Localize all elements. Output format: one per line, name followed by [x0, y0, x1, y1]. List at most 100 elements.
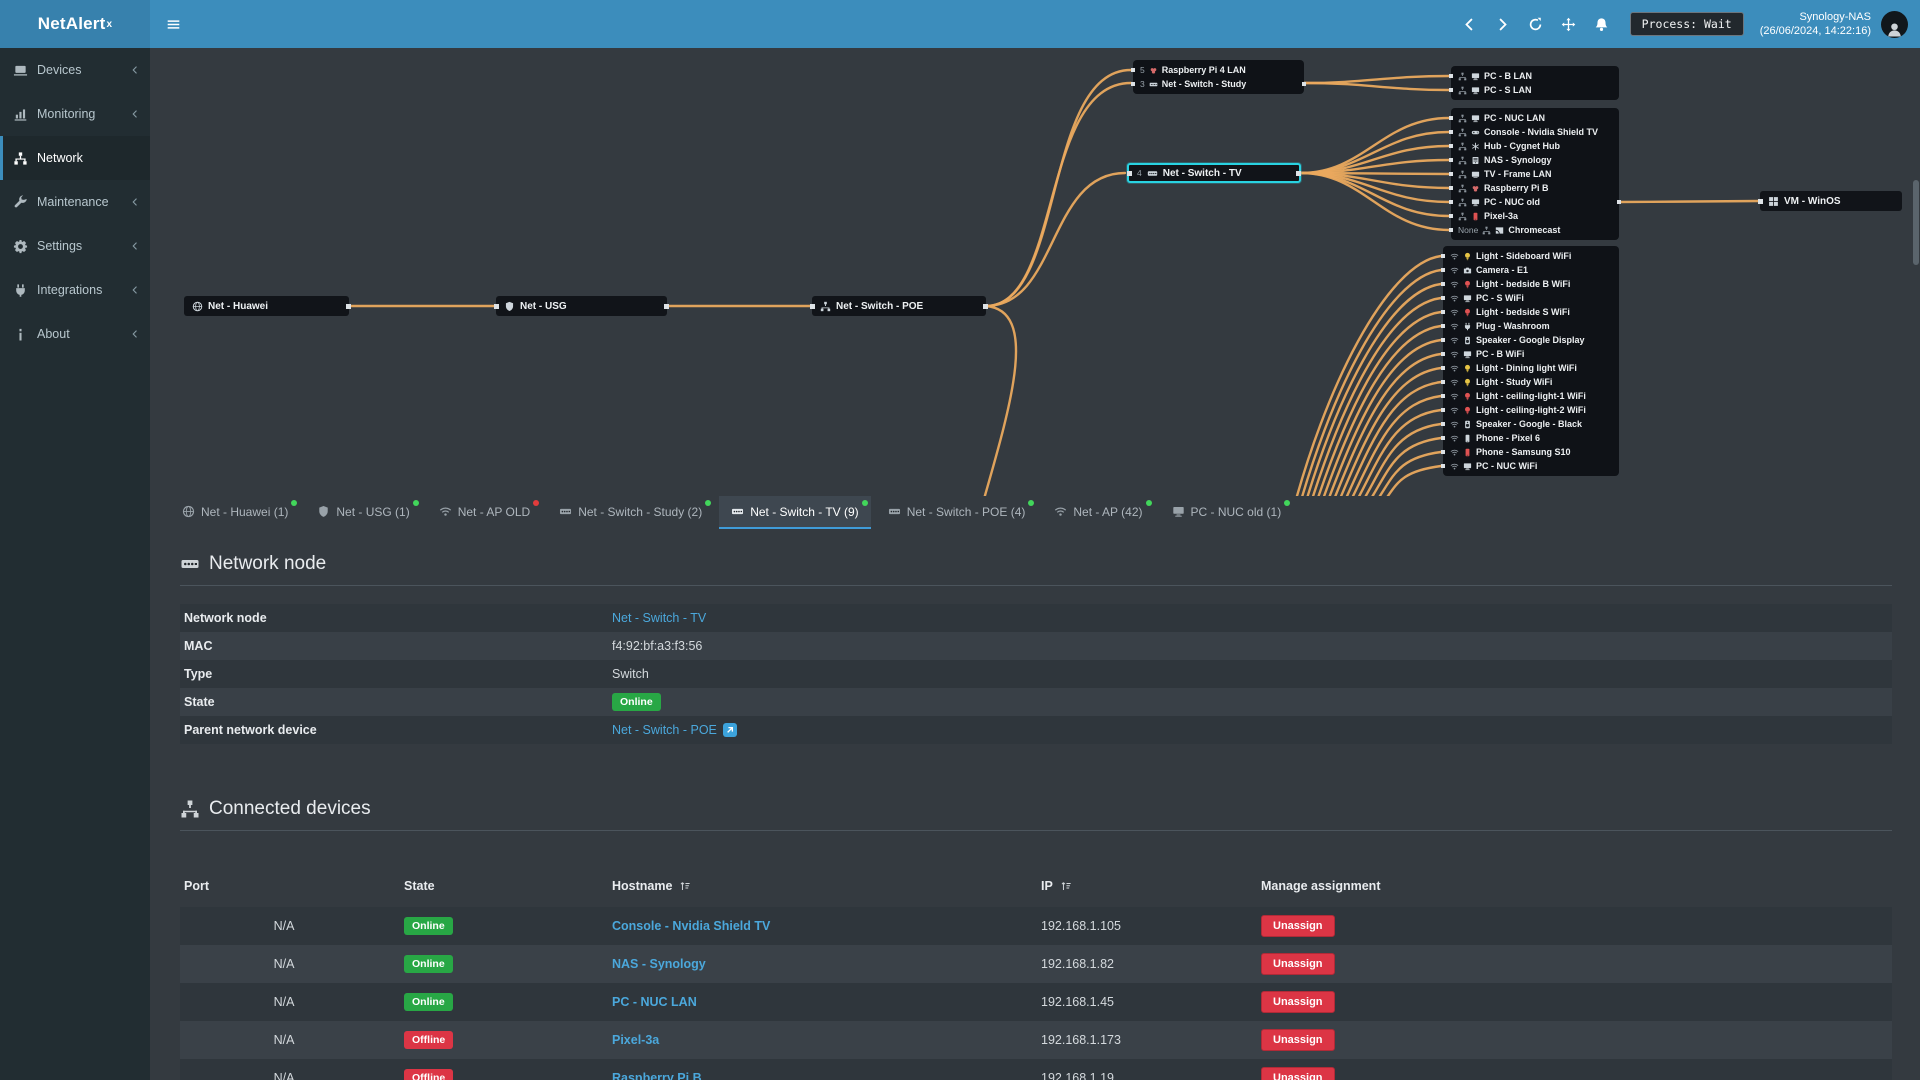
sort-icon[interactable]: [1060, 880, 1072, 892]
device-node[interactable]: Speaker - Google - Black: [1441, 417, 1619, 431]
hamburger-menu-icon[interactable]: [150, 0, 196, 48]
device-node[interactable]: Pixel-3a: [1449, 209, 1619, 223]
sidebar-item-label: Settings: [37, 239, 83, 253]
move-icon[interactable]: [1552, 0, 1585, 48]
sort-icon[interactable]: [679, 880, 691, 892]
node-net-huawei[interactable]: Net - Huawei: [184, 296, 351, 316]
user-avatar[interactable]: [1881, 10, 1908, 38]
sidebar-item[interactable]: Devices: [0, 48, 150, 92]
type-value: Switch: [612, 667, 649, 681]
device-node[interactable]: Console - Nvidia Shield TV: [1449, 125, 1619, 139]
tab[interactable]: PC - NUC old (1): [1160, 496, 1294, 529]
device-node[interactable]: NAS - Synology: [1449, 153, 1619, 167]
node-vm-winos[interactable]: VM - WinOS: [1758, 191, 1902, 211]
status-dot: [291, 500, 298, 506]
detail-row: Type Switch: [180, 660, 1892, 688]
device-node[interactable]: PC - NUC old: [1449, 195, 1621, 209]
hostname-link[interactable]: PC - NUC LAN: [612, 995, 697, 1009]
detail-row: Parent network device Net - Switch - POE: [180, 716, 1892, 744]
device-node[interactable]: Phone - Pixel 6: [1441, 431, 1619, 445]
device-label: Light - bedside B WiFi: [1476, 279, 1571, 289]
switch-icon: [180, 554, 200, 574]
arrow-right-icon[interactable]: [1486, 0, 1519, 48]
network-node-link[interactable]: Net - Switch - TV: [612, 611, 706, 625]
sidebar-item[interactable]: Settings: [0, 224, 150, 268]
refresh-icon[interactable]: [1519, 0, 1552, 48]
network-topology: Net - Huawei Net - USG Net - Switch - PO…: [150, 48, 1920, 496]
node-net-switch-tv-selected[interactable]: 4 Net - Switch - TV: [1127, 163, 1301, 183]
device-node[interactable]: PC - NUC LAN: [1449, 111, 1619, 125]
unassign-button[interactable]: Unassign: [1261, 1067, 1335, 1080]
unassign-button[interactable]: Unassign: [1261, 1029, 1335, 1051]
device-node[interactable]: Hub - Cygnet Hub: [1449, 139, 1619, 153]
sidebar-item[interactable]: Network: [0, 136, 150, 180]
tab[interactable]: Net - Huawei (1): [170, 496, 300, 529]
tab[interactable]: Net - USG (1): [305, 496, 421, 529]
device-node[interactable]: Light - ceiling-light-1 WiFi: [1441, 389, 1619, 403]
node-net-usg[interactable]: Net - USG: [494, 296, 669, 316]
bulb-icon: [1463, 308, 1472, 317]
device-node[interactable]: TV - Frame LAN: [1449, 167, 1619, 181]
external-link-icon[interactable]: [722, 723, 737, 737]
tab[interactable]: Net - Switch - POE (4): [876, 496, 1038, 529]
phone-icon: [1463, 434, 1472, 443]
tv-icon: [1471, 170, 1480, 179]
tab-label: Net - Switch - Study (2): [578, 504, 703, 519]
device-node[interactable]: PC - B WiFi: [1441, 347, 1619, 361]
tab[interactable]: Net - AP OLD: [427, 496, 542, 529]
eth-icon: [1458, 86, 1467, 95]
unassign-button[interactable]: Unassign: [1261, 915, 1335, 937]
device-label: Phone - Samsung S10: [1476, 447, 1571, 457]
sidebar-item[interactable]: About: [0, 312, 150, 356]
device-node[interactable]: Light - Dining light WiFi: [1441, 361, 1619, 375]
hostname-link[interactable]: NAS - Synology: [612, 957, 706, 971]
sidebar-item[interactable]: Integrations: [0, 268, 150, 312]
wifi-icon: [1450, 266, 1459, 275]
hostname-link[interactable]: Console - Nvidia Shield TV: [612, 919, 770, 933]
monitor-icon: [1463, 462, 1472, 471]
tab[interactable]: Net - Switch - Study (2): [547, 496, 714, 529]
device-node[interactable]: PC - S LAN: [1449, 83, 1619, 97]
device-node[interactable]: PC - B LAN: [1449, 69, 1619, 83]
device-node[interactable]: Raspberry Pi B: [1449, 181, 1619, 195]
device-node[interactable]: PC - S WiFi: [1441, 291, 1619, 305]
device-node[interactable]: Light - Sideboard WiFi: [1441, 249, 1619, 263]
unassign-button[interactable]: Unassign: [1261, 991, 1335, 1013]
device-node[interactable]: Light - bedside S WiFi: [1441, 305, 1619, 319]
cast-icon: [1495, 226, 1504, 235]
device-node[interactable]: Speaker - Google Display: [1441, 333, 1619, 347]
table-row: N/A Offline Raspberry Pi B 192.168.1.19 …: [180, 1059, 1892, 1080]
monitor-icon: [1463, 294, 1472, 303]
device-node[interactable]: Plug - Washroom: [1441, 319, 1619, 333]
parent-node-link[interactable]: Net - Switch - POE: [612, 723, 717, 737]
mac-value: f4:92:bf:a3:f3:56: [612, 639, 703, 653]
device-label: PC - S LAN: [1484, 85, 1532, 95]
tab[interactable]: Net - AP (42): [1042, 496, 1154, 529]
device-node[interactable]: 5 Raspberry Pi 4 LAN: [1131, 63, 1304, 77]
device-node[interactable]: Light - bedside B WiFi: [1441, 277, 1619, 291]
connected-devices-title: Connected devices: [180, 798, 1892, 820]
arrow-left-icon[interactable]: [1453, 0, 1486, 48]
scrollbar-thumb[interactable]: [1913, 180, 1919, 265]
sidebar-item[interactable]: Monitoring: [0, 92, 150, 136]
device-node[interactable]: Light - Study WiFi: [1441, 375, 1619, 389]
hostname-link[interactable]: Raspberry Pi B: [612, 1071, 702, 1080]
bell-icon[interactable]: [1585, 0, 1618, 48]
study-switch-box: 5 Raspberry Pi 4 LAN 3 Net - Switch - St…: [1131, 60, 1306, 94]
device-node[interactable]: PC - NUC WiFi: [1441, 459, 1619, 473]
unassign-button[interactable]: Unassign: [1261, 953, 1335, 975]
device-node[interactable]: None Chromecast: [1449, 223, 1619, 237]
device-node[interactable]: 3 Net - Switch - Study: [1131, 77, 1306, 91]
tab[interactable]: Net - Switch - TV (9): [719, 496, 871, 529]
device-label: Speaker - Google Display: [1476, 335, 1585, 345]
device-node[interactable]: Phone - Samsung S10: [1441, 445, 1619, 459]
node-net-switch-poe[interactable]: Net - Switch - POE: [810, 296, 988, 316]
device-node[interactable]: Light - ceiling-light-2 WiFi: [1441, 403, 1619, 417]
eth-icon: [1458, 72, 1467, 81]
sidebar-item[interactable]: Maintenance: [0, 180, 150, 224]
device-label: Chromecast: [1508, 225, 1561, 235]
hostname-link[interactable]: Pixel-3a: [612, 1033, 659, 1047]
ip-cell: 192.168.1.105: [1041, 919, 1121, 933]
status-dot: [533, 500, 540, 506]
device-node[interactable]: Camera - E1: [1441, 263, 1619, 277]
